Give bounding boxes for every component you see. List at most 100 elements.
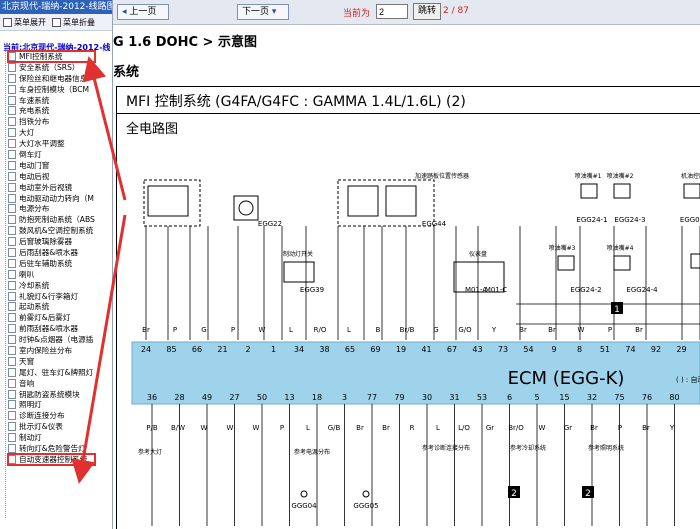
tree-item[interactable]: 喇叭	[8, 269, 95, 280]
injector-icon	[613, 255, 631, 271]
bottom-wire-color: Gr	[564, 424, 572, 432]
tree-item-label: 室内保险丝分布	[19, 346, 73, 355]
top-wire-color: Br	[142, 326, 150, 334]
tree-item-label: 车身控制模块（BCM	[19, 84, 90, 94]
connector-label: EGG22	[258, 220, 282, 228]
tree-item[interactable]: 鼓风机&空调控制系统	[8, 225, 95, 236]
top-wire-color: G/O	[458, 326, 472, 334]
tree-item-label: 转向灯&危险警告灯	[19, 444, 86, 454]
document-icon	[8, 51, 16, 61]
top-pin-label: 24	[141, 345, 151, 354]
tree-item-label: 后窗玻璃除雾器	[19, 237, 73, 247]
document-icon	[8, 73, 16, 83]
sensor-box	[143, 179, 201, 227]
tree-item[interactable]: 安全系统（SRS）	[8, 62, 95, 73]
document-icon	[8, 95, 16, 105]
tree-item[interactable]: 钥匙防盗系统模块	[8, 389, 95, 400]
next-page-button[interactable]: 下一页 ▾	[237, 4, 289, 20]
tree-item-label: 安全系统（SRS）	[19, 62, 80, 72]
bottom-pin-label: 50	[257, 393, 267, 402]
tree-item[interactable]: 冷却系统	[8, 280, 95, 291]
tree-item[interactable]: 时钟&点烟器（电源插	[8, 334, 95, 345]
document-icon	[8, 400, 16, 410]
tree-item[interactable]: 制动灯	[8, 432, 95, 443]
tree-item[interactable]: 车速系统	[8, 95, 95, 106]
injector-icon	[683, 183, 700, 199]
tree-item[interactable]: 挡铁分布	[8, 116, 95, 127]
top-wire-color: P	[173, 326, 177, 334]
bottom-pin-label: 76	[642, 393, 652, 402]
tree-item-label: 前雾灯&后雾灯	[19, 313, 71, 323]
tree-item[interactable]: 转向灯&危险警告灯	[8, 443, 95, 454]
tree-item[interactable]: 礼貌灯&行李箱灯	[8, 291, 95, 302]
tree-item-label: 电动室外后视镜	[19, 182, 73, 192]
bottom-wire-color: P	[618, 424, 622, 432]
connector-label: EGG44	[422, 220, 447, 228]
expand-menu-button[interactable]: 菜单展开	[3, 17, 46, 28]
component-label: 制动灯开关	[283, 250, 313, 258]
tree-item[interactable]: 大灯	[8, 127, 95, 138]
document-icon	[8, 280, 16, 290]
tree-item[interactable]: 室内保险丝分布	[8, 345, 95, 356]
top-wire-color: W	[259, 326, 266, 334]
tree-item[interactable]: 电源分布	[8, 203, 95, 214]
tree-item[interactable]: 电动门窗	[8, 160, 95, 171]
tree-item-label: 尾灯、驻车灯&牌照灯	[19, 367, 94, 377]
tree-item[interactable]: 天窗	[8, 356, 95, 367]
tree-item[interactable]: 前雨刮器&喷水器	[8, 323, 95, 334]
tree-item[interactable]: 充电系统	[8, 105, 95, 116]
tree-item-label: 钥匙防盗系统模块	[19, 389, 80, 399]
document-icon	[8, 149, 16, 159]
ecm-note: ( ) : 自动	[676, 375, 700, 384]
tree-item[interactable]: MFI控制系统	[7, 50, 96, 63]
tree-item[interactable]: 诊断连接分布	[8, 410, 95, 421]
tree-item[interactable]: 前雾灯&后雾灯	[8, 312, 95, 323]
collapse-menu-button[interactable]: 菜单折叠	[52, 17, 95, 28]
page-number-input[interactable]	[376, 4, 408, 19]
ref-mark-label: 1	[614, 305, 620, 315]
tree-item[interactable]: 自动变速器控制系统	[7, 452, 96, 466]
collapse-icon	[52, 17, 61, 27]
document-icon	[8, 324, 16, 334]
top-pin-label: 29	[676, 345, 686, 354]
document-icon	[8, 302, 16, 312]
top-pin-label: 43	[472, 345, 482, 354]
top-wire-color: Br	[519, 326, 527, 334]
viewer-panel: ◂ 上一页 下一页 ▾ 当前为 跳转 2 / 87 G 1.6 DOHC > 示…	[113, 0, 700, 529]
tree-item-label: 充电系统	[19, 106, 50, 116]
top-wire-color: R/O	[314, 326, 327, 334]
page-navbar: ◂ 上一页 下一页 ▾ 当前为 跳转 2 / 87	[113, 0, 700, 25]
tree-item-label: 电源分布	[19, 204, 50, 214]
tree-item[interactable]: 照明灯	[8, 400, 95, 411]
tree-item[interactable]: 车身控制模块（BCM	[8, 84, 95, 95]
tree-item[interactable]: 后雨刮器&喷水器	[8, 247, 95, 258]
bottom-pin-label: 77	[367, 393, 377, 402]
bottom-wire-color: L/O	[458, 424, 470, 432]
tree-item[interactable]: 尾灯、驻车灯&牌照灯	[8, 367, 95, 378]
top-wire-color: Y	[491, 326, 497, 334]
top-wire-color: P	[608, 326, 612, 334]
tree-item[interactable]: 起动系统	[8, 301, 95, 312]
bottom-pin-label: 79	[394, 393, 404, 402]
tree-item[interactable]: 后窗玻璃除雾器	[8, 236, 95, 247]
tree-item-label: 时钟&点烟器（电源插	[19, 335, 94, 345]
tree-item[interactable]: 批示灯&仪表	[8, 421, 95, 432]
tree-item[interactable]: 电动驱动动力转向（M	[8, 193, 95, 204]
tree-item[interactable]: 电动室外后视镜	[8, 182, 95, 193]
prev-page-button[interactable]: ◂ 上一页	[117, 4, 169, 20]
component-label: 喷油嘴#4	[607, 244, 634, 252]
tree-item[interactable]: 大灯水平调整	[8, 138, 95, 149]
document-icon	[8, 84, 16, 94]
pedal-element-2	[385, 185, 417, 217]
tree-item[interactable]: 倒车灯	[8, 149, 95, 160]
tree-item[interactable]: 保险丝和继电器信息	[8, 73, 95, 84]
bottom-wire-color: G/B	[328, 424, 341, 432]
top-pin-label: 92	[651, 345, 661, 354]
tree-item[interactable]: 电动后视	[8, 171, 95, 182]
tree-item-label: 保险丝和继电器信息	[19, 73, 88, 83]
tree-item[interactable]: 音响	[8, 378, 95, 389]
reference-label: 参考冷却系统	[510, 444, 546, 452]
tree-item[interactable]: 后驻车辅助系统	[8, 258, 95, 269]
jump-button[interactable]: 跳转	[413, 3, 442, 20]
tree-item[interactable]: 防抱死制动系统（ABS	[8, 214, 95, 225]
